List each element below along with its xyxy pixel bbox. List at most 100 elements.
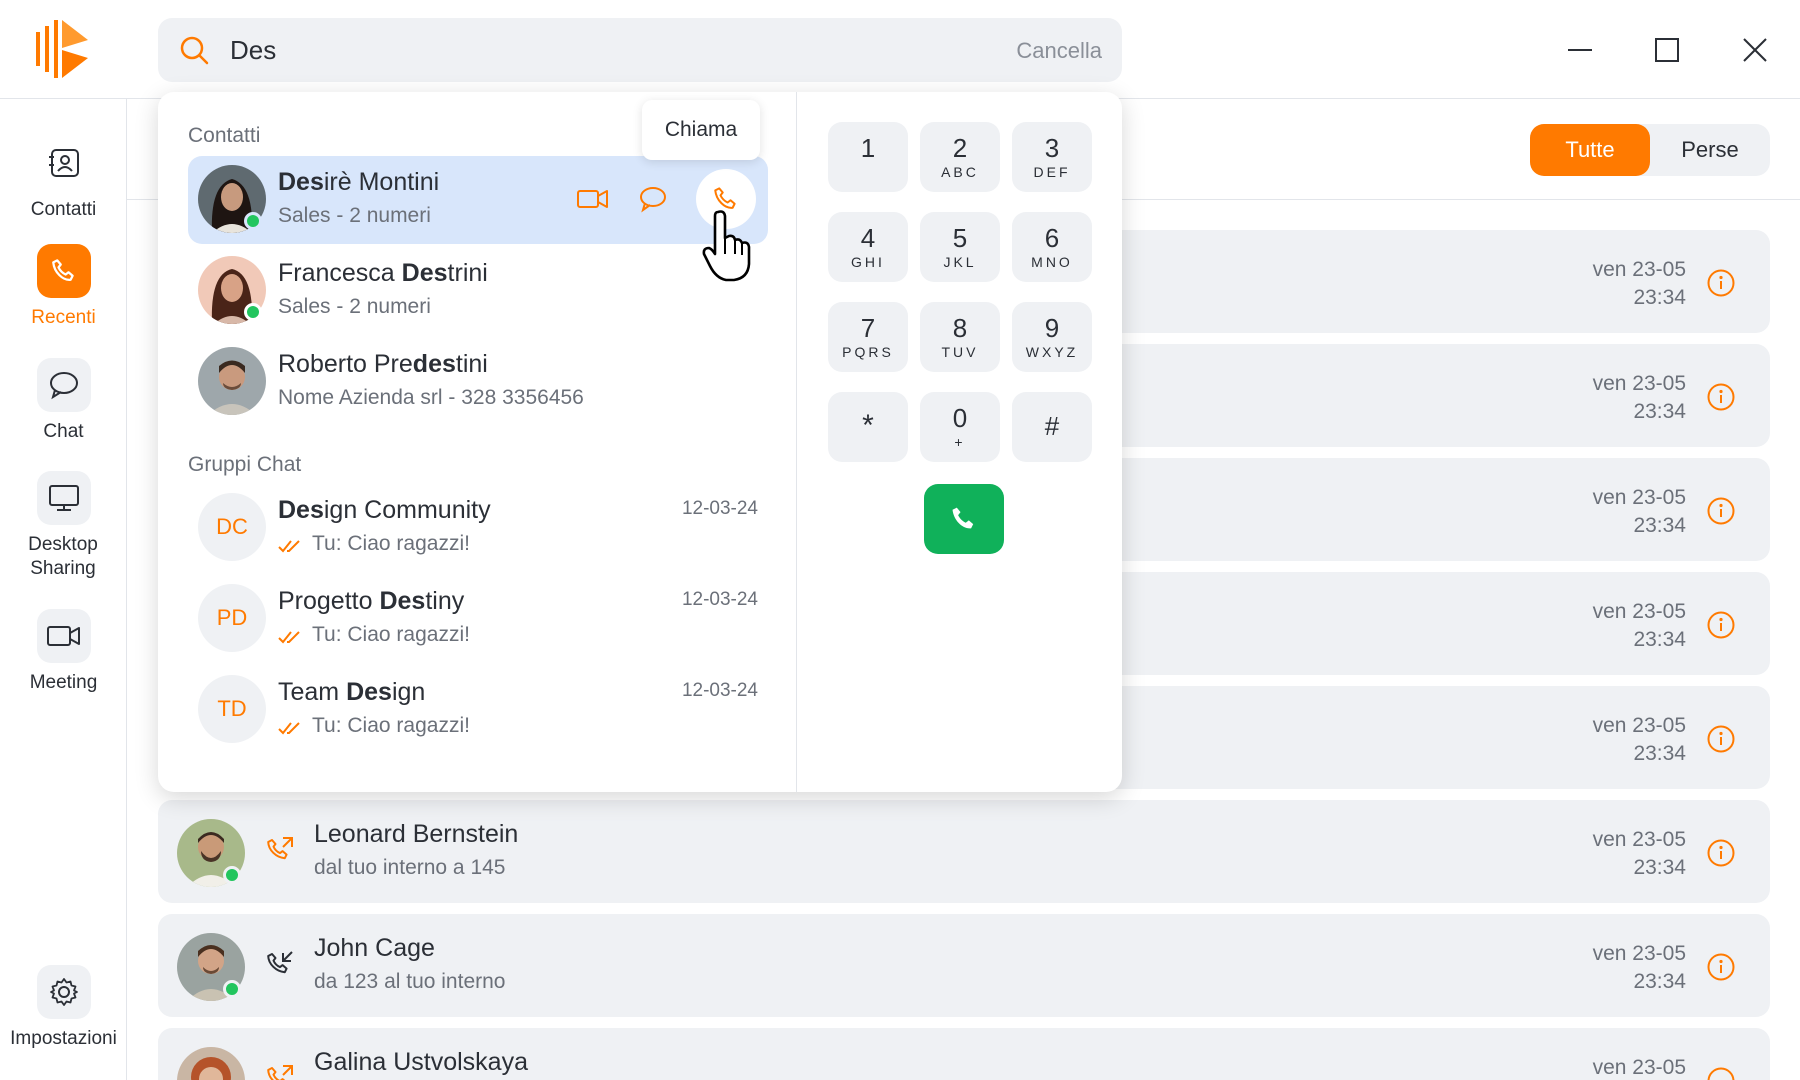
group-date: 12-03-24 [681,680,758,701]
maximize-icon [1655,38,1679,62]
sidebar-item-impostazioni[interactable]: Impostazioni [0,965,127,1051]
call-filter: Tutte Perse [1530,124,1770,176]
call-detail: da 123 al tuo interno [314,970,506,993]
call-datetime: ven 23-05 23:34 [1592,942,1686,993]
search-bar[interactable]: Des Cancella [158,18,1122,82]
info-icon[interactable] [1706,382,1736,412]
group-avatar: PD [198,584,266,652]
online-status-icon [223,980,241,998]
contact-detail: Sales - 2 numeri [278,295,431,318]
contact-result[interactable]: Desirè Montini Sales - 2 numeri [188,156,768,244]
contact-detail: Nome Azienda srl - 328 3356456 [278,386,584,409]
call-datetime: ven 23-05 23:34 [1592,828,1686,879]
sidebar-item-contatti[interactable]: Contatti [0,136,127,222]
group-date: 12-03-24 [681,589,758,610]
dial-key-5[interactable]: 5 JKL [920,212,1000,282]
chat-button[interactable] [632,178,674,220]
video-camera-icon [577,190,608,208]
dial-key-8[interactable]: 8 TUV [920,302,1000,372]
dial-key-7[interactable]: 7 PQRS [828,302,908,372]
info-icon[interactable] [1706,952,1736,982]
caller-name: Leonard Bernstein [314,820,519,848]
dial-key-hash[interactable]: # [1012,392,1092,462]
group-last-message: Tu: Ciao ragazzi! [312,714,470,737]
video-call-button[interactable] [572,178,614,220]
call-row[interactable]: Galina Ustvolskaya ven 23-05 [158,1028,1770,1080]
maximize-button[interactable] [1647,30,1687,70]
group-name: Progetto Destiny [278,587,465,615]
group-last-message: Tu: Ciao ragazzi! [312,532,470,555]
contact-result[interactable]: Roberto Predestini Nome Azienda srl - 32… [188,338,768,426]
avatar [198,347,266,415]
outgoing-call-icon [267,837,293,860]
contact-name: Roberto Predestini [278,350,488,378]
groups-heading: Gruppi Chat [188,453,302,476]
call-row[interactable]: John Cage da 123 al tuo interno ven 23-0… [158,914,1770,1017]
call-row[interactable]: Leonard Bernstein dal tuo interno a 145 … [158,800,1770,903]
double-check-icon [278,631,300,644]
chat-bubble-icon [36,358,91,412]
info-icon[interactable] [1706,838,1736,868]
contacts-heading: Contatti [188,124,261,147]
dial-key-6[interactable]: 6 MNO [1012,212,1092,282]
contact-result[interactable]: Francesca Destrini Sales - 2 numeri [188,247,768,335]
info-icon[interactable] [1706,268,1736,298]
info-icon[interactable] [1706,1066,1736,1080]
group-avatar: DC [198,493,266,561]
info-icon[interactable] [1706,724,1736,754]
double-check-icon [278,722,300,735]
call-datetime: ven 23-05 [1592,1056,1686,1079]
incoming-call-icon [267,951,293,974]
contact-name: Desirè Montini [278,168,440,196]
sidebar-item-label: Impostazioni [10,1028,117,1049]
group-result[interactable]: DC Design Community 12-03-24 Tu: Ciao ra… [188,484,768,572]
group-name: Team Design [278,678,426,706]
call-tooltip: Chiama [642,100,760,160]
filter-all-button[interactable]: Tutte [1530,124,1650,176]
call-detail: dal tuo interno a 145 [314,856,506,879]
group-name: Design Community [278,496,491,524]
call-datetime: ven 23-05 23:34 [1592,600,1686,651]
monitor-icon [36,471,91,525]
call-datetime: ven 23-05 23:34 [1592,258,1686,309]
dial-key-9[interactable]: 9 WXYZ [1012,302,1092,372]
dial-key-0[interactable]: 0 + [920,392,1000,462]
group-date: 12-03-24 [681,498,758,519]
sidebar-item-recenti[interactable]: Recenti [0,244,127,330]
dial-key-3[interactable]: 3 DEF [1012,122,1092,192]
call-datetime: ven 23-05 23:34 [1592,486,1686,537]
chat-bubble-icon [640,187,666,213]
call-datetime: ven 23-05 23:34 [1592,372,1686,423]
clear-search-button[interactable]: Cancella [1016,38,1102,64]
contact-name: Francesca Destrini [278,259,488,287]
sidebar-item-label: Recenti [31,307,96,328]
online-status-icon [244,303,262,321]
dial-key-star[interactable]: * [828,392,908,462]
filter-missed-button[interactable]: Perse [1650,124,1770,176]
sidebar-item-desktop-sharing[interactable]: Desktop Sharing [0,471,127,581]
hand-pointer-cursor-icon [702,210,751,282]
dial-key-4[interactable]: 4 GHI [828,212,908,282]
info-icon[interactable] [1706,496,1736,526]
sidebar-item-label: Meeting [29,672,98,693]
sidebar: Contatti Recenti Chat Desktop Sharing Me… [0,99,127,1080]
search-input[interactable]: Des [230,35,276,66]
phone-icon [36,244,91,298]
sidebar-item-meeting[interactable]: Meeting [0,609,127,695]
info-icon[interactable] [1706,610,1736,640]
gear-icon [36,965,91,1019]
dial-call-button[interactable] [924,484,1004,554]
contact-detail: Sales - 2 numeri [278,204,431,227]
online-status-icon [223,866,241,884]
sidebar-item-label: Chat [43,421,84,442]
caller-name: John Cage [314,934,435,962]
close-window-button[interactable] [1735,30,1775,70]
search-icon [180,36,209,65]
outgoing-call-icon [267,1065,293,1080]
group-result[interactable]: TD Team Design 12-03-24 Tu: Ciao ragazzi… [188,666,768,754]
minimize-button[interactable] [1560,30,1600,70]
dial-key-1[interactable]: 1 [828,122,908,192]
dial-key-2[interactable]: 2 ABC [920,122,1000,192]
group-result[interactable]: PD Progetto Destiny 12-03-24 Tu: Ciao ra… [188,575,768,663]
sidebar-item-chat[interactable]: Chat [0,358,127,444]
